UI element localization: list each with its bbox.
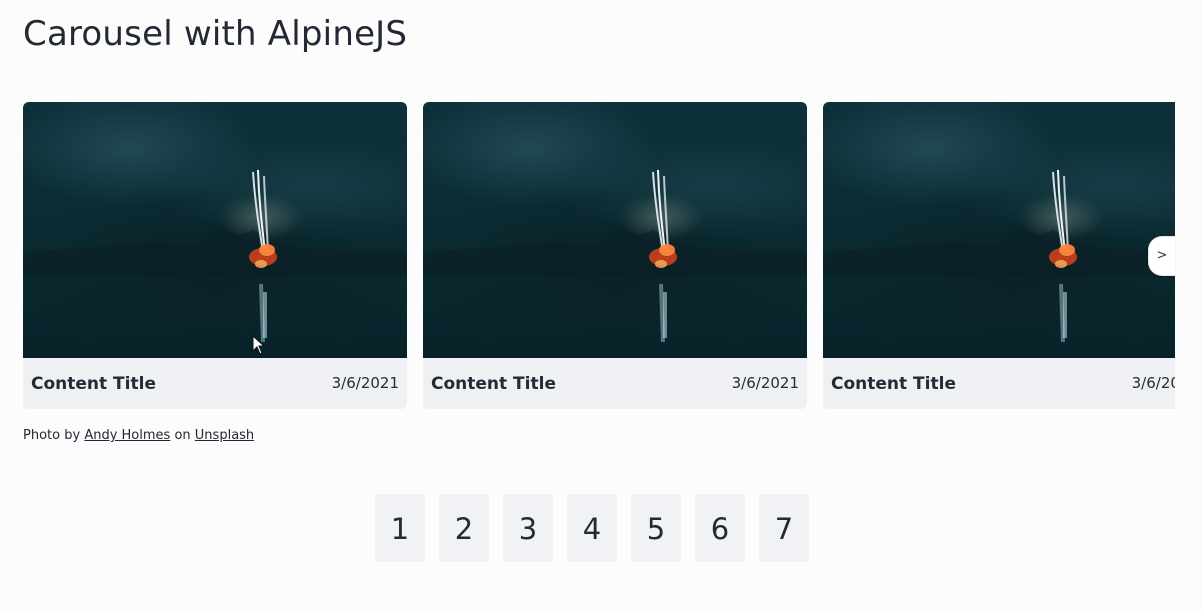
carousel-viewport[interactable]: Content Title 3/6/2021 Content Title 3/6… [23,102,1175,410]
fireworks-illustration [423,169,807,342]
page-button-3[interactable]: 3 [503,494,553,562]
card-title: Content Title [431,374,556,394]
card-title: Content Title [831,374,956,394]
page-button-6[interactable]: 6 [695,494,745,562]
card-footer: Content Title 3/6/2021 [23,358,407,409]
source-link[interactable]: Unsplash [195,428,254,443]
page-title: Carousel with AlpineJS [23,14,408,54]
author-link[interactable]: Andy Holmes [84,428,170,443]
card-photo [423,102,807,358]
page-button-7[interactable]: 7 [759,494,809,562]
page-button-4[interactable]: 4 [567,494,617,562]
card-title: Content Title [31,374,156,394]
carousel-card[interactable]: Content Title 3/6/2021 [423,102,807,409]
carousel-card[interactable]: Content Title 3/6/2021 [823,102,1175,409]
credit-middle: on [174,428,191,443]
carousel-card[interactable]: Content Title 3/6/2021 [23,102,407,409]
page: Carousel with AlpineJS Content Title 3/6… [0,0,1202,610]
credit-prefix: Photo by [23,428,81,443]
carousel-next-button[interactable]: > [1148,236,1175,276]
card-footer: Content Title 3/6/2021 [423,358,807,409]
fireworks-illustration [823,169,1175,342]
card-footer: Content Title 3/6/2021 [823,358,1175,409]
card-photo [23,102,407,358]
page-button-5[interactable]: 5 [631,494,681,562]
page-button-2[interactable]: 2 [439,494,489,562]
card-photo [823,102,1175,358]
card-date: 3/6/2021 [731,374,799,392]
photo-credit: Photo by Andy Holmes on Unsplash [23,428,254,443]
card-date: 3/6/2021 [331,374,399,392]
card-date: 3/6/2021 [1131,374,1175,392]
fireworks-illustration [23,169,407,342]
page-button-1[interactable]: 1 [375,494,425,562]
